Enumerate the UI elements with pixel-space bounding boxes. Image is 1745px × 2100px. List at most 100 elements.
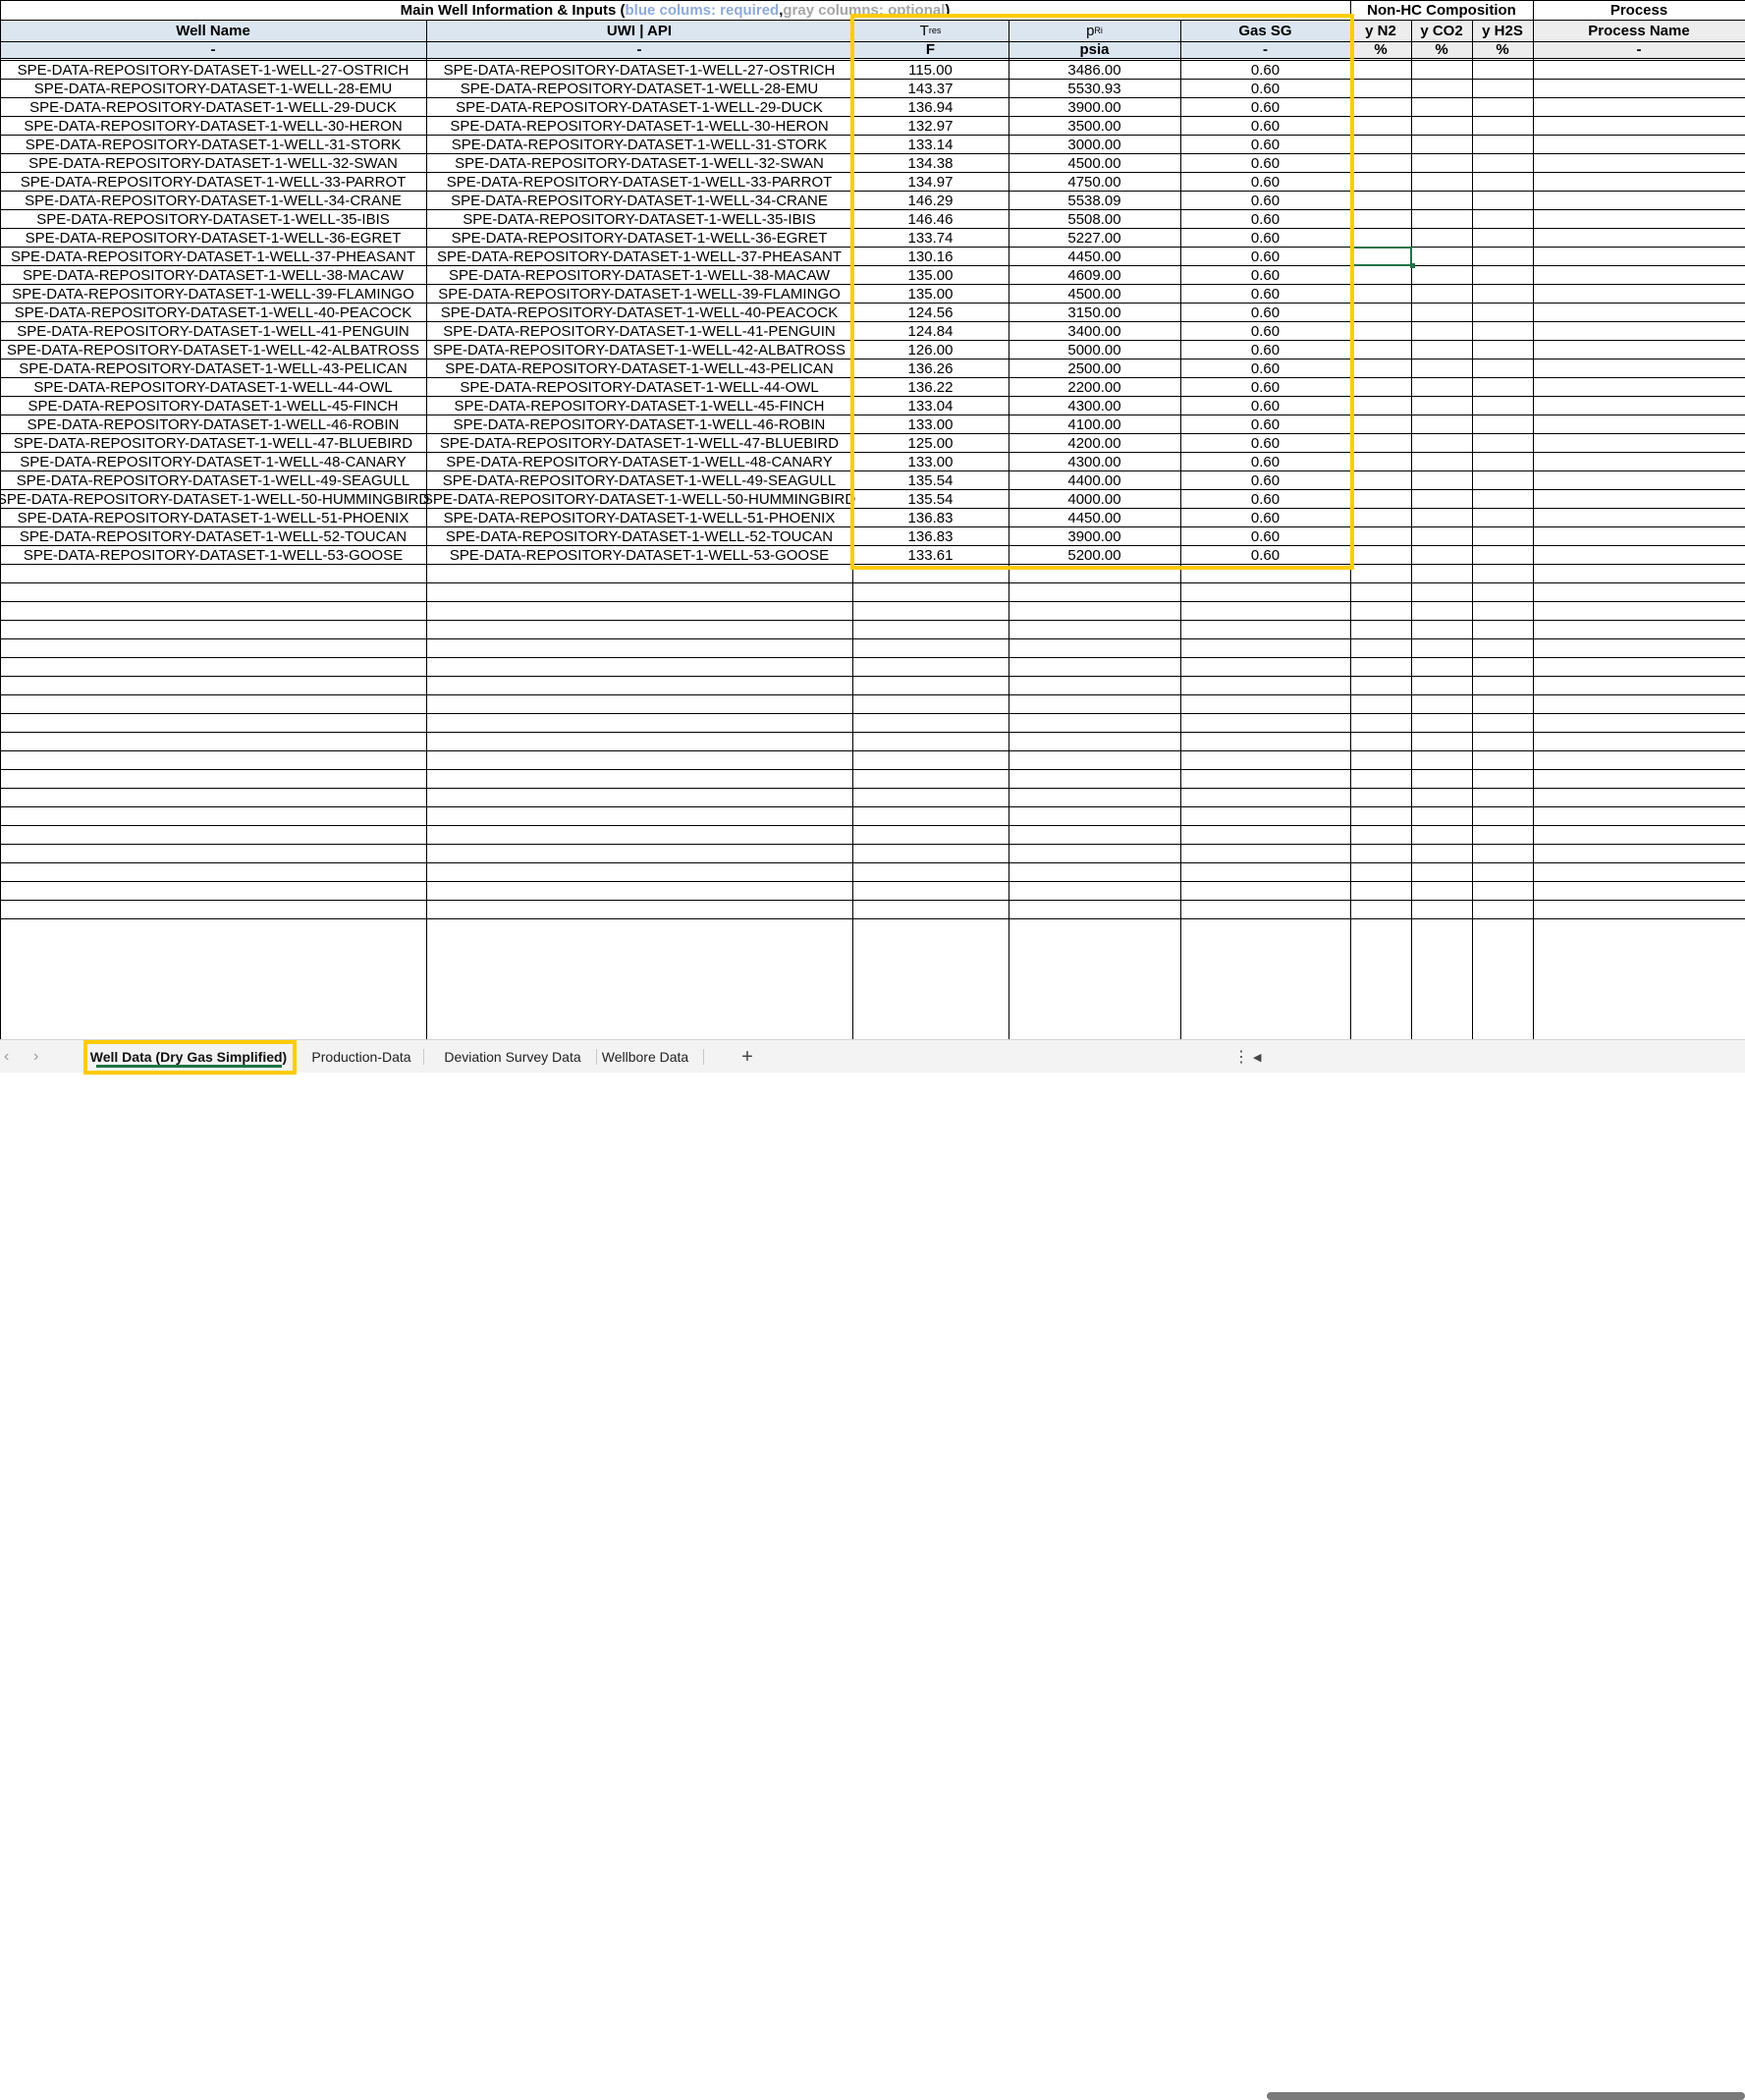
well-name-cell[interactable]: SPE-DATA-REPOSITORY-DATASET-1-WELL-37-PH… [0, 248, 426, 266]
pri-cell[interactable]: 4300.00 [1009, 453, 1180, 471]
tres-cell[interactable]: 136.22 [852, 378, 1009, 397]
well-name-cell[interactable]: SPE-DATA-REPOSITORY-DATASET-1-WELL-30-HE… [0, 117, 426, 136]
selected-cell[interactable] [1350, 247, 1412, 266]
well-name-cell[interactable]: SPE-DATA-REPOSITORY-DATASET-1-WELL-53-GO… [0, 546, 426, 565]
uwi-cell[interactable]: SPE-DATA-REPOSITORY-DATASET-1-WELL-29-DU… [426, 98, 852, 117]
well-name-cell[interactable]: SPE-DATA-REPOSITORY-DATASET-1-WELL-42-AL… [0, 341, 426, 359]
tres-cell[interactable]: 135.00 [852, 266, 1009, 285]
spreadsheet-grid[interactable]: Main Well Information & Inputs (blue col… [0, 0, 1745, 1039]
tab-deviation-survey-data[interactable]: Deviation Survey Data [429, 1040, 596, 1074]
tab-prev-arrow[interactable]: ‹ [4, 1040, 9, 1074]
gas-sg-cell[interactable]: 0.60 [1180, 192, 1350, 210]
gas-sg-cell[interactable]: 0.60 [1180, 285, 1350, 304]
tres-cell[interactable]: 146.29 [852, 192, 1009, 210]
tres-cell[interactable]: 133.00 [852, 453, 1009, 471]
well-name-cell[interactable]: SPE-DATA-REPOSITORY-DATASET-1-WELL-31-ST… [0, 136, 426, 154]
gas-sg-cell[interactable]: 0.60 [1180, 322, 1350, 341]
well-name-cell[interactable]: SPE-DATA-REPOSITORY-DATASET-1-WELL-39-FL… [0, 285, 426, 304]
tab-well-data[interactable]: Well Data (Dry Gas Simplified) [85, 1040, 292, 1074]
uwi-cell[interactable]: SPE-DATA-REPOSITORY-DATASET-1-WELL-35-IB… [426, 210, 852, 229]
tres-cell[interactable]: 143.37 [852, 80, 1009, 98]
tab-production-data[interactable]: Production-Data [302, 1040, 420, 1074]
tres-cell[interactable]: 136.83 [852, 527, 1009, 546]
gas-sg-cell[interactable]: 0.60 [1180, 509, 1350, 527]
tres-cell[interactable]: 133.14 [852, 136, 1009, 154]
tres-cell[interactable]: 135.54 [852, 490, 1009, 509]
well-name-cell[interactable]: SPE-DATA-REPOSITORY-DATASET-1-WELL-40-PE… [0, 304, 426, 322]
well-name-cell[interactable]: SPE-DATA-REPOSITORY-DATASET-1-WELL-50-HU… [0, 490, 429, 509]
col-header-well-name[interactable]: Well Name [0, 20, 426, 41]
pri-cell[interactable]: 5530.93 [1009, 80, 1180, 98]
well-name-cell[interactable]: SPE-DATA-REPOSITORY-DATASET-1-WELL-33-PA… [0, 173, 426, 192]
uwi-cell[interactable]: SPE-DATA-REPOSITORY-DATASET-1-WELL-41-PE… [426, 322, 852, 341]
uwi-cell[interactable]: SPE-DATA-REPOSITORY-DATASET-1-WELL-48-CA… [426, 453, 852, 471]
pri-cell[interactable]: 4400.00 [1009, 471, 1180, 490]
pri-cell[interactable]: 3900.00 [1009, 527, 1180, 546]
uwi-cell[interactable]: SPE-DATA-REPOSITORY-DATASET-1-WELL-36-EG… [426, 229, 852, 248]
uwi-cell[interactable]: SPE-DATA-REPOSITORY-DATASET-1-WELL-40-PE… [426, 304, 852, 322]
uwi-cell[interactable]: SPE-DATA-REPOSITORY-DATASET-1-WELL-42-AL… [426, 341, 852, 359]
pri-cell[interactable]: 5508.00 [1009, 210, 1180, 229]
add-sheet-button[interactable]: + [733, 1040, 762, 1074]
pri-cell[interactable]: 4500.00 [1009, 154, 1180, 173]
pri-cell[interactable]: 5200.00 [1009, 546, 1180, 565]
gas-sg-cell[interactable]: 0.60 [1180, 210, 1350, 229]
well-name-cell[interactable]: SPE-DATA-REPOSITORY-DATASET-1-WELL-49-SE… [0, 471, 426, 490]
pri-cell[interactable]: 3486.00 [1009, 61, 1180, 80]
uwi-cell[interactable]: SPE-DATA-REPOSITORY-DATASET-1-WELL-45-FI… [426, 397, 852, 415]
well-name-cell[interactable]: SPE-DATA-REPOSITORY-DATASET-1-WELL-46-RO… [0, 415, 426, 434]
gas-sg-cell[interactable]: 0.60 [1180, 61, 1350, 80]
well-name-cell[interactable]: SPE-DATA-REPOSITORY-DATASET-1-WELL-45-FI… [0, 397, 426, 415]
uwi-cell[interactable]: SPE-DATA-REPOSITORY-DATASET-1-WELL-27-OS… [426, 61, 852, 80]
col-header-yh2s[interactable]: y H2S [1472, 20, 1533, 41]
uwi-cell[interactable]: SPE-DATA-REPOSITORY-DATASET-1-WELL-51-PH… [426, 509, 852, 527]
pri-cell[interactable]: 3500.00 [1009, 117, 1180, 136]
col-header-pri[interactable]: p Ri [1009, 20, 1180, 41]
well-name-cell[interactable]: SPE-DATA-REPOSITORY-DATASET-1-WELL-52-TO… [0, 527, 426, 546]
pri-cell[interactable]: 4450.00 [1009, 248, 1180, 266]
uwi-cell[interactable]: SPE-DATA-REPOSITORY-DATASET-1-WELL-47-BL… [426, 434, 852, 453]
uwi-cell[interactable]: SPE-DATA-REPOSITORY-DATASET-1-WELL-38-MA… [426, 266, 852, 285]
pri-cell[interactable]: 4000.00 [1009, 490, 1180, 509]
gas-sg-cell[interactable]: 0.60 [1180, 80, 1350, 98]
tres-cell[interactable]: 135.54 [852, 471, 1009, 490]
well-name-cell[interactable]: SPE-DATA-REPOSITORY-DATASET-1-WELL-36-EG… [0, 229, 426, 248]
tres-cell[interactable]: 133.61 [852, 546, 1009, 565]
tres-cell[interactable]: 125.00 [852, 434, 1009, 453]
col-header-yn2[interactable]: y N2 [1350, 20, 1411, 41]
pri-cell[interactable]: 3900.00 [1009, 98, 1180, 117]
well-name-cell[interactable]: SPE-DATA-REPOSITORY-DATASET-1-WELL-44-OW… [0, 378, 426, 397]
uwi-cell[interactable]: SPE-DATA-REPOSITORY-DATASET-1-WELL-50-HU… [423, 490, 855, 509]
gas-sg-cell[interactable]: 0.60 [1180, 266, 1350, 285]
pri-cell[interactable]: 2200.00 [1009, 378, 1180, 397]
tres-cell[interactable]: 133.00 [852, 415, 1009, 434]
pri-cell[interactable]: 5227.00 [1009, 229, 1180, 248]
pri-cell[interactable]: 4200.00 [1009, 434, 1180, 453]
pri-cell[interactable]: 5538.09 [1009, 192, 1180, 210]
uwi-cell[interactable]: SPE-DATA-REPOSITORY-DATASET-1-WELL-32-SW… [426, 154, 852, 173]
well-name-cell[interactable]: SPE-DATA-REPOSITORY-DATASET-1-WELL-51-PH… [0, 509, 426, 527]
tres-cell[interactable]: 134.97 [852, 173, 1009, 192]
well-name-cell[interactable]: SPE-DATA-REPOSITORY-DATASET-1-WELL-48-CA… [0, 453, 426, 471]
uwi-cell[interactable]: SPE-DATA-REPOSITORY-DATASET-1-WELL-33-PA… [426, 173, 852, 192]
tab-next-arrow[interactable]: › [33, 1040, 38, 1074]
gas-sg-cell[interactable]: 0.60 [1180, 453, 1350, 471]
tres-cell[interactable]: 115.00 [852, 61, 1009, 80]
uwi-cell[interactable]: SPE-DATA-REPOSITORY-DATASET-1-WELL-53-GO… [426, 546, 852, 565]
gas-sg-cell[interactable]: 0.60 [1180, 415, 1350, 434]
gas-sg-cell[interactable]: 0.60 [1180, 173, 1350, 192]
well-name-cell[interactable]: SPE-DATA-REPOSITORY-DATASET-1-WELL-34-CR… [0, 192, 426, 210]
pri-cell[interactable]: 3400.00 [1009, 322, 1180, 341]
pri-cell[interactable]: 3000.00 [1009, 136, 1180, 154]
well-name-cell[interactable]: SPE-DATA-REPOSITORY-DATASET-1-WELL-47-BL… [0, 434, 426, 453]
gas-sg-cell[interactable]: 0.60 [1180, 98, 1350, 117]
pri-cell[interactable]: 4609.00 [1009, 266, 1180, 285]
well-name-cell[interactable]: SPE-DATA-REPOSITORY-DATASET-1-WELL-27-OS… [0, 61, 426, 80]
uwi-cell[interactable]: SPE-DATA-REPOSITORY-DATASET-1-WELL-30-HE… [426, 117, 852, 136]
uwi-cell[interactable]: SPE-DATA-REPOSITORY-DATASET-1-WELL-39-FL… [426, 285, 852, 304]
pri-cell[interactable]: 4750.00 [1009, 173, 1180, 192]
tab-wellbore-data[interactable]: Wellbore Data [596, 1040, 694, 1074]
uwi-cell[interactable]: SPE-DATA-REPOSITORY-DATASET-1-WELL-46-RO… [426, 415, 852, 434]
uwi-cell[interactable]: SPE-DATA-REPOSITORY-DATASET-1-WELL-31-ST… [426, 136, 852, 154]
well-name-cell[interactable]: SPE-DATA-REPOSITORY-DATASET-1-WELL-41-PE… [0, 322, 426, 341]
